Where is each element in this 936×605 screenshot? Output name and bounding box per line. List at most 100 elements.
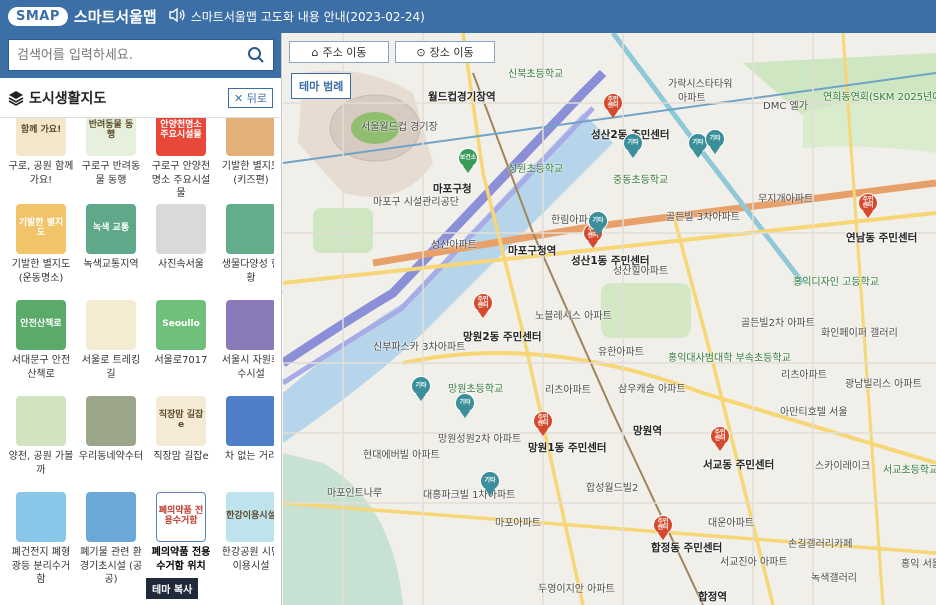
back-button[interactable]: ✕ 뒤로 [228, 87, 273, 108]
community-center-pin[interactable]: 주민센터 [653, 515, 673, 541]
theme-tile-icon: 안전산책로 [16, 300, 66, 350]
theme-tile-label: 기발한 별지도 (운동명소) [11, 259, 71, 284]
map-label: 스카이레이크 [815, 461, 871, 472]
theme-tile-label: 서울로 트레킹길 [81, 355, 141, 380]
map-label: 마포인트나루 [327, 488, 383, 499]
theme-tile[interactable]: 서울시 자원회수시설 [218, 300, 274, 381]
map-label: 현대에버빌 아파트 [363, 450, 440, 461]
theme-legend-button[interactable]: 테마 범례 [291, 73, 352, 99]
map-label: 연남동 주민센터 [846, 232, 918, 244]
copy-theme-tooltip: 테마 복사 [146, 578, 199, 599]
theme-tile-label: 서대문구 안전산책로 [11, 355, 71, 380]
theme-tile[interactable]: Seoullo 서울로7017 [148, 300, 214, 368]
map-label: 신북초등학교 [508, 69, 564, 80]
theme-tile[interactable]: 기발한 별지도 (키즈편) [218, 118, 274, 187]
health-center-pin[interactable]: 보건소 [458, 148, 478, 174]
map-label: 광남빌리스 아파트 [845, 379, 922, 390]
theme-tile-label: 차 없는 거리 [224, 451, 274, 462]
search-box [8, 39, 274, 71]
theme-tile[interactable]: 사진속서울 [148, 204, 214, 272]
map-label: 서교초등학교 [883, 465, 936, 476]
theme-tile[interactable]: 함께 가요! 구로, 공원 함께 가요! [8, 118, 74, 187]
community-center-pin[interactable]: 주민센터 [710, 426, 730, 452]
map-label: 노블레시스 아파트 [535, 311, 612, 322]
theme-tile[interactable]: 차 없는 거리 [218, 396, 274, 464]
community-center-pin[interactable]: 주민센터 [858, 193, 878, 219]
theme-tile-label: 양천, 공원 가볼까 [8, 451, 74, 476]
theme-tile[interactable]: 생물다양성 현황 [218, 204, 274, 285]
app-title[interactable]: 스마트서울맵 [74, 6, 157, 27]
theme-tile-label: 우리동네약수터 [78, 451, 144, 462]
map-label: 가락시스타타워 [668, 79, 733, 90]
theme-tile-icon: 반려동물 동행 [86, 118, 136, 156]
theme-tile-label: 직장맘 길잡e [153, 451, 209, 462]
place-move-button[interactable]: ⊙ 장소 이동 [395, 41, 495, 63]
theme-tile[interactable]: 우리동네약수터 [78, 396, 144, 464]
theme-tile[interactable]: 녹색 교통 녹색교통지역 [78, 204, 144, 272]
theme-tile-icon: 안양천명소 주요시설물 [156, 118, 206, 156]
other-pin[interactable]: 기타 [480, 471, 500, 497]
theme-tile-icon: 기발한 별지도 [16, 204, 66, 254]
map-label: 합성월드빌2 [586, 483, 639, 494]
map-label: 유한아파트 [598, 347, 644, 358]
theme-tile-label: 서울로7017 [154, 355, 208, 366]
map-label: 삼우캐슬 아파트 [618, 384, 686, 395]
theme-tile-icon [86, 396, 136, 446]
other-pin[interactable]: 기타 [455, 393, 475, 419]
theme-tile-icon [226, 396, 274, 446]
theme-tile[interactable]: 양천, 공원 가볼까 [8, 396, 74, 477]
theme-tile-label: 생물다양성 현황 [221, 259, 274, 284]
map-label: 합정역 [698, 591, 727, 603]
map-view[interactable]: ⌂ 주소 이동 ⊙ 장소 이동 테마 범례 신북초등학교 가락시스타타워 아파트 DM… [283, 33, 936, 605]
theme-tile[interactable]: 폐의약품 전용수거함 폐의약품 전용 수거함 위치 [148, 492, 214, 573]
map-label: 마포구청역 [508, 245, 557, 257]
theme-tile[interactable]: 직장맘 길잡e 직장맘 길잡e [148, 396, 214, 464]
theme-tile-label: 폐기물 관련 환경기초시설 (공공) [79, 547, 143, 585]
theme-tile-label: 폐의약품 전용 수거함 위치 [151, 547, 211, 572]
map-label: 홍익디자인 고등학교 [793, 277, 879, 288]
search-icon[interactable] [247, 46, 265, 64]
map-label: 서교진아 아파트 [720, 557, 788, 568]
search-input[interactable] [17, 47, 247, 63]
theme-tile-label: 폐건전지 폐형광등 분리수거함 [11, 547, 71, 585]
theme-tile[interactable]: 한강이용시설한강공원 시민이용시설 [218, 492, 274, 573]
map-label: 성산힐아파트 [613, 266, 669, 277]
theme-tile[interactable]: 안전산책로서대문구 안전산책로 [8, 300, 74, 381]
map-label: 대운아파트 [708, 518, 754, 529]
notice-link[interactable]: 스마트서울맵 고도화 내용 안내(2023-02-24) [191, 8, 425, 25]
map-label: 망원1동 주민센터 [528, 442, 607, 454]
theme-tile[interactable]: 반려동물 동행 구로구 반려동물 동행 [78, 118, 144, 187]
theme-tile-icon [86, 492, 136, 542]
other-pin[interactable]: 기타 [623, 133, 643, 159]
theme-tile[interactable]: 폐기물 관련 환경기초시설 (공공) [78, 492, 144, 587]
map-label: 월드컵경기장역 [428, 91, 496, 103]
map-label: 망원역 [633, 425, 662, 437]
app-header: SMAP 스마트서울맵 스마트서울맵 고도화 내용 안내(2023-02-24) [0, 0, 936, 33]
community-center-pin[interactable]: 주민센터 [603, 93, 623, 119]
theme-tile-icon [16, 492, 66, 542]
theme-tile[interactable]: 안양천명소 주요시설물구로구 안양천명소 주요시설물 [148, 118, 214, 201]
other-pin[interactable]: 기타 [588, 211, 608, 237]
theme-tile-label: 기발한 별지도 (키즈편) [221, 161, 274, 186]
layers-icon [8, 90, 24, 106]
theme-tile-label: 사진속서울 [158, 259, 204, 270]
map-label: 손길갤러리카페 [788, 539, 853, 550]
address-move-button[interactable]: ⌂ 주소 이동 [289, 41, 389, 63]
theme-tile[interactable]: 기발한 별지도기발한 별지도 (운동명소) [8, 204, 74, 285]
other-pin[interactable]: 기타 [705, 129, 725, 155]
theme-tile[interactable]: 폐건전지 폐형광등 분리수거함 [8, 492, 74, 587]
map-label: 아만티호텔 서울 [780, 407, 848, 418]
other-pin[interactable]: 기타 [411, 376, 431, 402]
map-label: 골든빌2차 아파트 [741, 318, 815, 329]
map-label: 서울월드컵 경기장 [361, 122, 438, 133]
theme-tile-icon [226, 300, 274, 350]
community-center-pin[interactable]: 주민센터 [473, 293, 493, 319]
theme-tile-label: 구로, 공원 함께 가요! [8, 161, 74, 186]
smap-logo[interactable]: SMAP [8, 7, 68, 26]
community-center-pin[interactable]: 주민센터 [533, 411, 553, 437]
section-header: 도시생활지도 ✕ 뒤로 [0, 78, 281, 118]
theme-tile-icon: Seoullo [156, 300, 206, 350]
theme-tile[interactable]: 서울로 트레킹길 [78, 300, 144, 381]
map-label: 리츠아파트 [781, 370, 827, 381]
theme-tile-label: 구로구 안양천명소 주요시설물 [151, 161, 211, 199]
